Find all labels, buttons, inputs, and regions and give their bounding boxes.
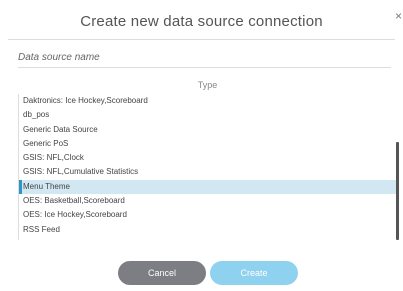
list-item[interactable]: RSS Feed (19, 223, 398, 237)
list-item[interactable]: GSIS: NFL,Clock (19, 151, 398, 165)
list-item[interactable]: GSIS: NFL,Cumulative Statistics (19, 165, 398, 179)
create-data-source-dialog: Create new data source connection × Type… (0, 0, 403, 291)
list-item[interactable]: OES: Basketball,Scoreboard (19, 194, 398, 208)
list-item[interactable]: Generic Data Source (19, 123, 398, 137)
dialog-title: Create new data source connection (80, 13, 323, 30)
close-icon[interactable]: × (395, 10, 402, 22)
list-item[interactable]: Daktronics: Ice Hockey,Scoreboard (19, 94, 398, 108)
name-underline (18, 67, 391, 68)
title-divider (8, 39, 395, 40)
list-item[interactable]: db_pos (19, 108, 398, 122)
type-list-scrollbar[interactable] (396, 142, 399, 240)
list-item[interactable]: Generic PoS (19, 137, 398, 151)
data-source-name-input[interactable] (18, 48, 388, 66)
cancel-button[interactable]: Cancel (118, 261, 206, 285)
list-item-selected[interactable]: Menu Theme (19, 179, 398, 195)
type-list[interactable]: Daktronics: Ice Hockey,Scoreboard db_pos G… (18, 94, 398, 240)
list-item[interactable]: OES: Ice Hockey,Scoreboard (19, 208, 398, 222)
create-button[interactable]: Create (210, 261, 298, 285)
type-label: Type (197, 80, 218, 90)
